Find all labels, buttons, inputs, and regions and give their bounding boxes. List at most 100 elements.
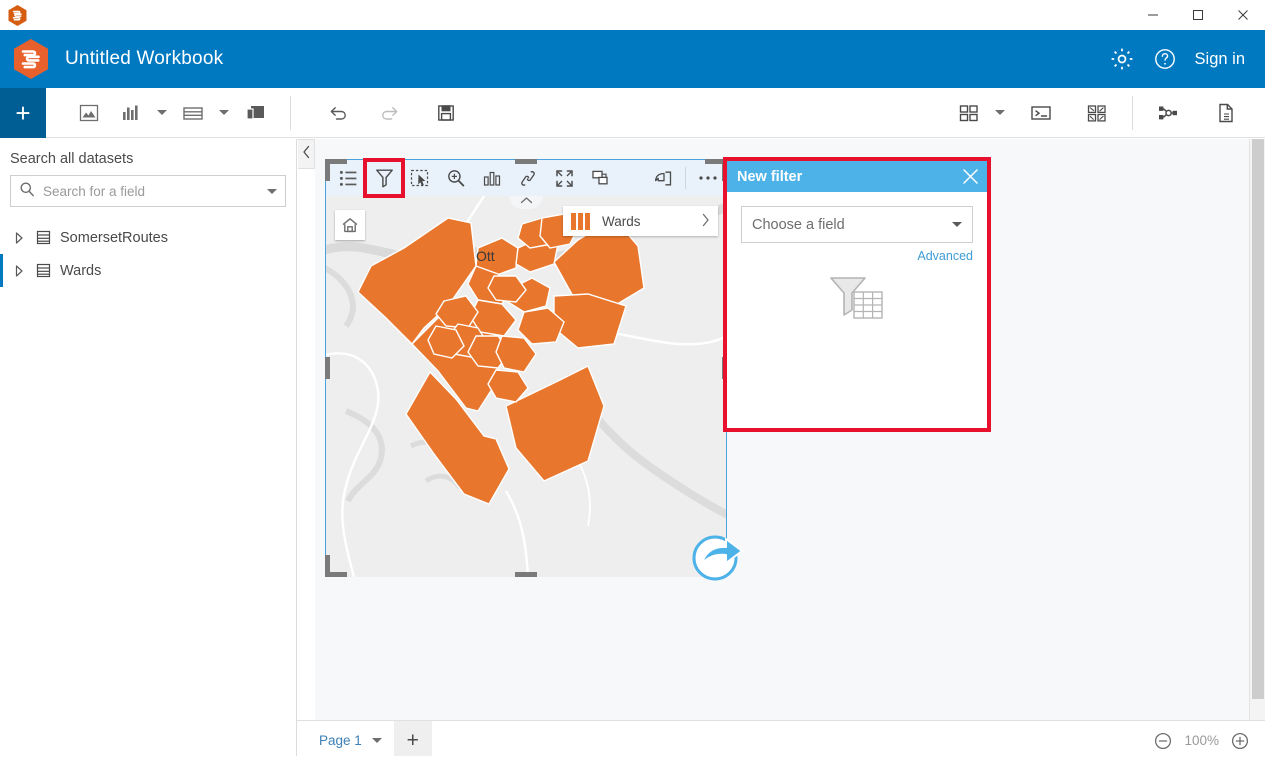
selection-tool-icon[interactable] xyxy=(402,161,438,195)
link-icon[interactable] xyxy=(510,161,546,195)
dataset-label: Wards xyxy=(60,262,102,279)
page-tab-label: Page 1 xyxy=(319,733,362,748)
table-dataset-icon xyxy=(30,263,56,278)
advanced-link[interactable]: Advanced xyxy=(741,249,973,263)
layout-grid-icon[interactable] xyxy=(948,88,990,138)
toolbar-insert-group xyxy=(68,88,276,138)
dataset-search[interactable] xyxy=(10,175,286,207)
close-icon[interactable] xyxy=(962,168,979,185)
resize-handle-top-left[interactable] xyxy=(325,159,330,181)
resize-handle-left[interactable] xyxy=(325,357,330,379)
choose-field-select[interactable]: Choose a field xyxy=(741,206,973,243)
scrollbar-thumb[interactable] xyxy=(1252,139,1264,699)
table-dataset-icon xyxy=(30,230,56,245)
plus-circle-icon[interactable] xyxy=(1231,732,1249,750)
search-icon xyxy=(19,181,35,202)
application-window: Untitled Workbook Sign in + Search all d… xyxy=(0,0,1265,760)
map-icon[interactable] xyxy=(68,88,110,138)
datasets-heading: Search all datasets xyxy=(10,151,134,167)
legend-layer-label: Wards xyxy=(602,213,641,229)
application-header: Untitled Workbook Sign in xyxy=(0,30,1265,88)
analysis-model-icon[interactable] xyxy=(1147,88,1189,138)
home-icon[interactable] xyxy=(335,210,365,240)
toolbar-analysis-group xyxy=(1147,88,1265,138)
toolbar-view-group xyxy=(948,88,1118,138)
dataset-item-wards[interactable]: Wards xyxy=(0,254,296,287)
window-bottom-edge xyxy=(0,756,1265,760)
resize-handle-bottom-left[interactable] xyxy=(325,555,330,577)
legend-icon[interactable] xyxy=(330,161,366,195)
filter-panel-body: Choose a field Advanced xyxy=(727,192,987,329)
window-app-icon xyxy=(0,4,34,26)
dataset-label: SomersetRoutes xyxy=(60,229,168,246)
filter-icon[interactable] xyxy=(363,158,405,198)
zoom-level-value: 100% xyxy=(1184,733,1219,748)
filter-table-icon xyxy=(741,275,973,329)
page-tab-page1[interactable]: Page 1 xyxy=(297,721,394,760)
more-options-icon[interactable] xyxy=(690,161,726,195)
add-button[interactable]: + xyxy=(0,87,46,138)
layout-dropdown-caret-icon[interactable] xyxy=(990,88,1010,138)
os-title-bar xyxy=(0,0,1265,30)
main-toolbar: + xyxy=(0,87,1265,138)
redo-icon[interactable] xyxy=(369,88,411,138)
cards-icon[interactable] xyxy=(234,88,276,138)
close-button[interactable] xyxy=(1220,0,1265,30)
report-page-icon[interactable] xyxy=(1205,88,1247,138)
map-view[interactable]: Ott Wards xyxy=(326,196,726,577)
page-bar: Page 1 + 100% xyxy=(297,720,1265,760)
search-input[interactable] xyxy=(35,183,267,199)
undo-icon[interactable] xyxy=(317,88,359,138)
chevron-down-icon xyxy=(952,222,962,227)
chevron-down-icon[interactable] xyxy=(267,188,277,194)
chevron-down-icon[interactable] xyxy=(371,738,382,743)
chart-bar-icon[interactable] xyxy=(110,88,152,138)
datasets-panel: Search all datasets SomersetRo xyxy=(0,139,297,760)
filter-panel-header: New filter xyxy=(727,161,987,192)
pointer-share-cursor-icon xyxy=(690,529,746,590)
widgets-icon[interactable] xyxy=(1076,88,1118,138)
canvas-scrollbar[interactable] xyxy=(1249,139,1265,720)
triangle-right-icon[interactable] xyxy=(8,231,30,244)
dataset-list: SomersetRoutes Wards xyxy=(0,221,296,287)
header-actions: Sign in xyxy=(1109,46,1265,72)
chevron-right-icon[interactable] xyxy=(701,213,710,230)
maximize-icon[interactable] xyxy=(546,161,582,195)
chart-dropdown-caret-icon[interactable] xyxy=(152,88,172,138)
page-canvas: Ott Wards New filter Choose a field Adva… xyxy=(315,139,1265,720)
legend-color-swatch xyxy=(571,212,590,230)
map-legend-widget[interactable]: Wards xyxy=(563,206,718,236)
add-page-button[interactable]: + xyxy=(393,720,432,760)
choose-field-value: Choose a field xyxy=(752,216,845,233)
card-toolbar xyxy=(326,158,726,198)
window-controls xyxy=(1130,0,1265,30)
maximize-button[interactable] xyxy=(1175,0,1220,30)
zoom-controls: 100% xyxy=(1154,732,1265,750)
console-icon[interactable] xyxy=(1020,88,1062,138)
sign-in-button[interactable]: Sign in xyxy=(1195,50,1245,69)
collapse-panel-button[interactable] xyxy=(298,139,315,169)
table-icon[interactable] xyxy=(172,88,214,138)
visualization-type-icon[interactable] xyxy=(474,161,510,195)
resize-handle-bottom[interactable] xyxy=(515,572,537,577)
dataset-item-somersetroutes[interactable]: SomersetRoutes xyxy=(0,221,296,254)
gear-icon[interactable] xyxy=(1109,46,1135,72)
zoom-to-icon[interactable] xyxy=(438,161,474,195)
save-icon[interactable] xyxy=(425,88,467,138)
workbook-title: Untitled Workbook xyxy=(65,48,224,69)
app-logo-icon xyxy=(13,39,49,79)
map-place-label: Ott xyxy=(476,248,495,264)
resize-handle-top[interactable] xyxy=(515,159,537,164)
map-card[interactable]: Ott Wards xyxy=(325,158,727,577)
export-icon[interactable] xyxy=(645,161,681,195)
help-circle-icon[interactable] xyxy=(1153,47,1177,71)
minimize-button[interactable] xyxy=(1130,0,1175,30)
layers-icon[interactable] xyxy=(582,161,618,195)
chevron-left-icon xyxy=(302,145,311,164)
new-filter-panel[interactable]: New filter Choose a field Advanced xyxy=(723,157,991,432)
triangle-right-icon[interactable] xyxy=(8,264,30,277)
table-dropdown-caret-icon[interactable] xyxy=(214,88,234,138)
map-graphic xyxy=(326,196,726,577)
minus-circle-icon[interactable] xyxy=(1154,732,1172,750)
filter-panel-title: New filter xyxy=(737,168,803,185)
